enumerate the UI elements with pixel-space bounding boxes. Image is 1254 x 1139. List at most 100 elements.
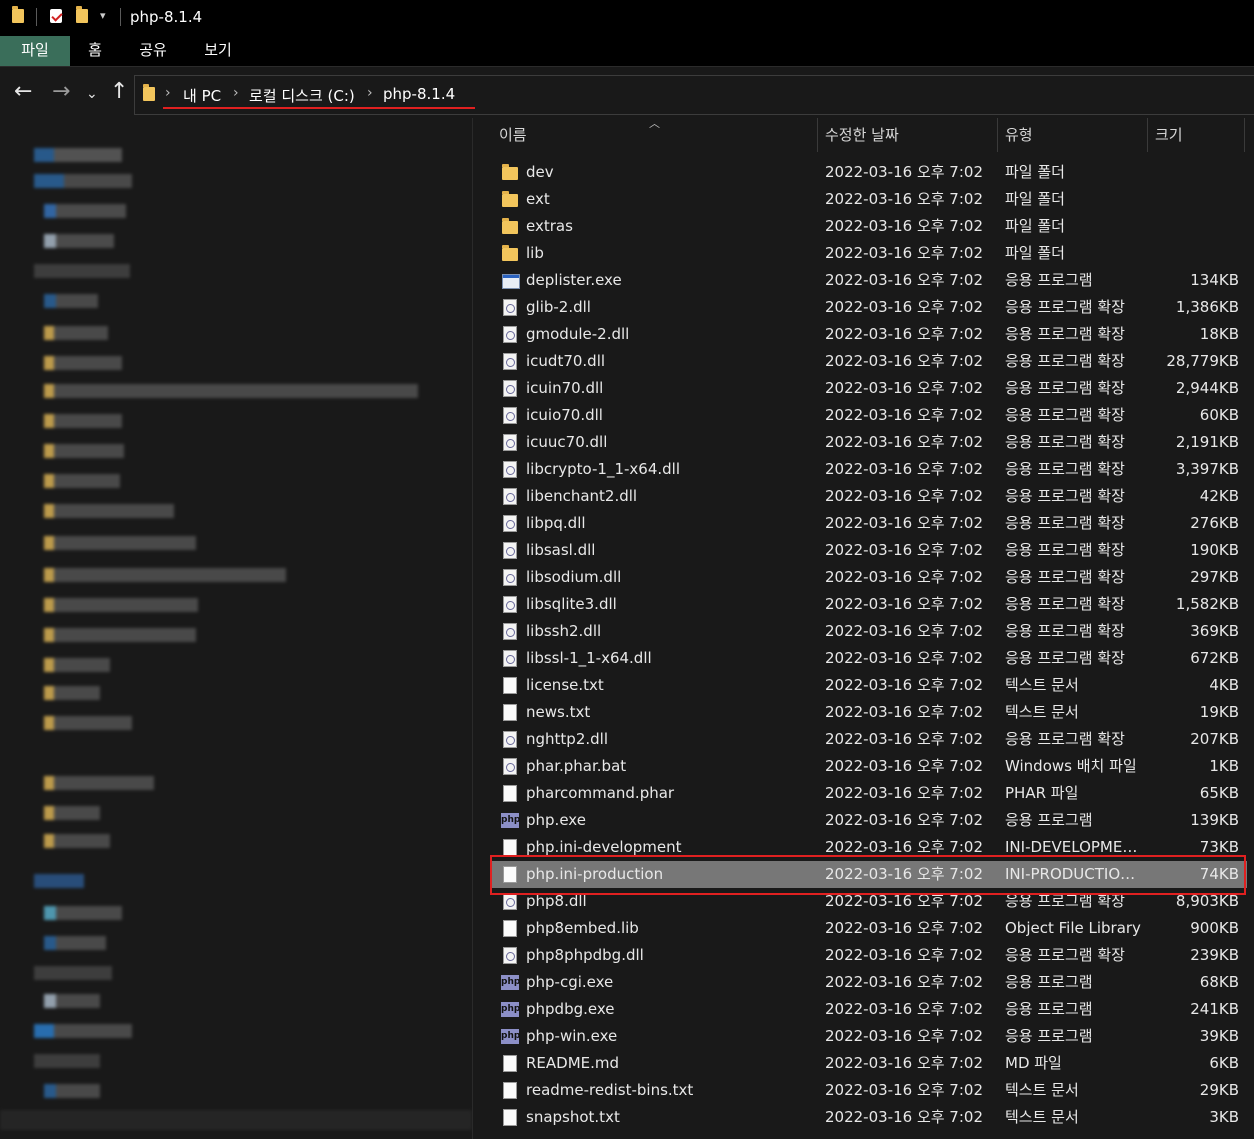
file-row[interactable]: icuuc70.dll 2022-03-16 오후 7:02 응용 프로그램 확장 2… [491, 429, 1247, 456]
file-row[interactable]: deplister.exe 2022-03-16 오후 7:02 응용 프로그램 13… [491, 267, 1247, 294]
document-icon [503, 677, 517, 694]
file-row[interactable]: readme-redist-bins.txt 2022-03-16 오후 7:02… [491, 1077, 1247, 1104]
document-icon [503, 1055, 517, 1072]
file-row[interactable]: nghttp2.dll 2022-03-16 오후 7:02 응용 프로그램 확장 2… [491, 726, 1247, 753]
file-size: 19KB [1199, 703, 1239, 721]
file-row[interactable]: extras 2022-03-16 오후 7:02 파일 폴더 [491, 213, 1247, 240]
breadcrumb-php[interactable]: php-8.1.4 [383, 85, 455, 103]
chevron-right-icon[interactable]: › [233, 85, 239, 101]
tab-home[interactable]: 홈 [78, 36, 112, 66]
navigation-pane[interactable] [0, 118, 472, 1139]
dll-file-icon [503, 299, 517, 316]
file-name: php8phpdbg.dll [526, 946, 644, 964]
file-size: 239KB [1190, 946, 1239, 964]
file-row[interactable]: dev 2022-03-16 오후 7:02 파일 폴더 [491, 159, 1247, 186]
tab-file[interactable]: 파일 [0, 36, 70, 66]
file-row[interactable]: libssl-1_1-x64.dll 2022-03-16 오후 7:02 응용 프… [491, 645, 1247, 672]
divider [120, 8, 121, 26]
column-header-size[interactable]: 크기 [1155, 118, 1183, 152]
folder-icon [502, 164, 518, 180]
title-bar: ▾ php-8.1.4 [0, 0, 1254, 36]
file-name: libpq.dll [526, 514, 586, 532]
file-row[interactable]: icuio70.dll 2022-03-16 오후 7:02 응용 프로그램 확장 6… [491, 402, 1247, 429]
tab-share[interactable]: 공유 [130, 36, 176, 66]
file-date: 2022-03-16 오후 7:02 [825, 784, 983, 802]
file-type: 파일 폴더 [1005, 190, 1065, 208]
file-row[interactable]: php8phpdbg.dll 2022-03-16 오후 7:02 응용 프로그램 … [491, 942, 1247, 969]
file-list[interactable]: ︿ 이름 수정한 날짜 유형 크기 dev 2022-03-16 오후 7:02 파… [472, 117, 1254, 1139]
column-divider[interactable] [1244, 118, 1245, 152]
file-size: 4KB [1209, 676, 1239, 694]
recent-locations-button[interactable]: ⌄ [86, 82, 98, 106]
file-row[interactable]: license.txt 2022-03-16 오후 7:02 텍스트 문서 4KB [491, 672, 1247, 699]
file-row[interactable]: gmodule-2.dll 2022-03-16 오후 7:02 응용 프로그램 확… [491, 321, 1247, 348]
chevron-right-icon[interactable]: › [165, 85, 171, 101]
file-type: 응용 프로그램 [1005, 811, 1093, 829]
forward-button[interactable]: → [52, 80, 70, 104]
file-size [1141, 186, 1239, 213]
file-row[interactable]: pharcommand.phar 2022-03-16 오후 7:02 PHAR 파… [491, 780, 1247, 807]
tab-view[interactable]: 보기 [196, 36, 240, 66]
file-size: 6KB [1209, 1054, 1239, 1072]
file-row[interactable]: lib 2022-03-16 오후 7:02 파일 폴더 [491, 240, 1247, 267]
file-row[interactable]: icudt70.dll 2022-03-16 오후 7:02 응용 프로그램 확장 2… [491, 348, 1247, 375]
file-row[interactable]: glib-2.dll 2022-03-16 오후 7:02 응용 프로그램 확장 1,… [491, 294, 1247, 321]
file-date: 2022-03-16 오후 7:02 [825, 811, 983, 829]
dll-file-icon [503, 758, 517, 775]
breadcrumb-local-disk[interactable]: 로컬 디스크 (C:) [249, 85, 355, 106]
file-row[interactable]: libssh2.dll 2022-03-16 오후 7:02 응용 프로그램 확장 3… [491, 618, 1247, 645]
file-row[interactable]: libenchant2.dll 2022-03-16 오후 7:02 응용 프로그램… [491, 483, 1247, 510]
file-row[interactable]: libcrypto-1_1-x64.dll 2022-03-16 오후 7:02 응… [491, 456, 1247, 483]
breadcrumb-this-pc[interactable]: 내 PC [183, 85, 221, 106]
file-row[interactable]: php8embed.lib 2022-03-16 오후 7:02 Object Fi… [491, 915, 1247, 942]
file-type: 응용 프로그램 확장 [1005, 595, 1125, 613]
column-divider[interactable] [1147, 118, 1148, 152]
properties-icon[interactable] [50, 9, 63, 23]
file-size: 369KB [1190, 622, 1239, 640]
file-row[interactable]: news.txt 2022-03-16 오후 7:02 텍스트 문서 19KB [491, 699, 1247, 726]
chevron-right-icon[interactable]: › [367, 85, 373, 101]
file-row[interactable]: libsasl.dll 2022-03-16 오후 7:02 응용 프로그램 확장 1… [491, 537, 1247, 564]
column-header-date[interactable]: 수정한 날짜 [825, 118, 899, 152]
file-type: 응용 프로그램 확장 [1005, 325, 1125, 343]
back-button[interactable]: ← [14, 80, 32, 104]
file-name: extras [526, 217, 573, 235]
file-name: glib-2.dll [526, 298, 591, 316]
file-row[interactable]: libsqlite3.dll 2022-03-16 오후 7:02 응용 프로그램 … [491, 591, 1247, 618]
file-type: 응용 프로그램 [1005, 271, 1093, 289]
dll-file-icon [503, 326, 517, 343]
file-row[interactable]: php php-win.exe 2022-03-16 오후 7:02 응용 프로그램 3… [491, 1023, 1247, 1050]
file-size: 1KB [1209, 757, 1239, 775]
new-folder-icon[interactable] [76, 6, 88, 23]
column-divider[interactable] [997, 118, 998, 152]
file-type: MD 파일 [1005, 1054, 1062, 1072]
column-divider[interactable] [817, 118, 818, 152]
file-row[interactable]: snapshot.txt 2022-03-16 오후 7:02 텍스트 문서 3KB [491, 1104, 1247, 1131]
file-row[interactable]: icuin70.dll 2022-03-16 오후 7:02 응용 프로그램 확장 2… [491, 375, 1247, 402]
file-date: 2022-03-16 오후 7:02 [825, 1027, 983, 1045]
file-name: icuin70.dll [526, 379, 604, 397]
file-row[interactable]: php php-cgi.exe 2022-03-16 오후 7:02 응용 프로그램 6… [491, 969, 1247, 996]
customize-quick-access-icon[interactable]: ▾ [100, 9, 106, 22]
file-name: ext [526, 190, 550, 208]
column-header-name[interactable]: 이름 [499, 118, 527, 152]
file-row[interactable]: README.md 2022-03-16 오후 7:02 MD 파일 6KB [491, 1050, 1247, 1077]
file-row[interactable]: php php.exe 2022-03-16 오후 7:02 응용 프로그램 139KB [491, 807, 1247, 834]
file-type: PHAR 파일 [1005, 784, 1079, 802]
file-row[interactable]: php phpdbg.exe 2022-03-16 오후 7:02 응용 프로그램 24… [491, 996, 1247, 1023]
document-icon [503, 704, 517, 721]
up-button[interactable]: ↑ [110, 80, 128, 104]
sort-ascending-icon: ︿ [649, 117, 660, 130]
file-row[interactable]: ext 2022-03-16 오후 7:02 파일 폴더 [491, 186, 1247, 213]
file-type: 응용 프로그램 확장 [1005, 460, 1125, 478]
file-type: 응용 프로그램 확장 [1005, 649, 1125, 667]
file-name: libenchant2.dll [526, 487, 638, 505]
file-row[interactable]: libpq.dll 2022-03-16 오후 7:02 응용 프로그램 확장 276… [491, 510, 1247, 537]
dll-file-icon [503, 353, 517, 370]
file-row[interactable]: phar.phar.bat 2022-03-16 오후 7:02 Windows 배… [491, 753, 1247, 780]
file-row[interactable]: libsodium.dll 2022-03-16 오후 7:02 응용 프로그램 확… [491, 564, 1247, 591]
address-bar[interactable]: › 내 PC › 로컬 디스크 (C:) › php-8.1.4 [134, 75, 1254, 115]
file-date: 2022-03-16 오후 7:02 [825, 271, 983, 289]
file-size: 297KB [1190, 568, 1239, 586]
column-header-type[interactable]: 유형 [1005, 118, 1033, 152]
